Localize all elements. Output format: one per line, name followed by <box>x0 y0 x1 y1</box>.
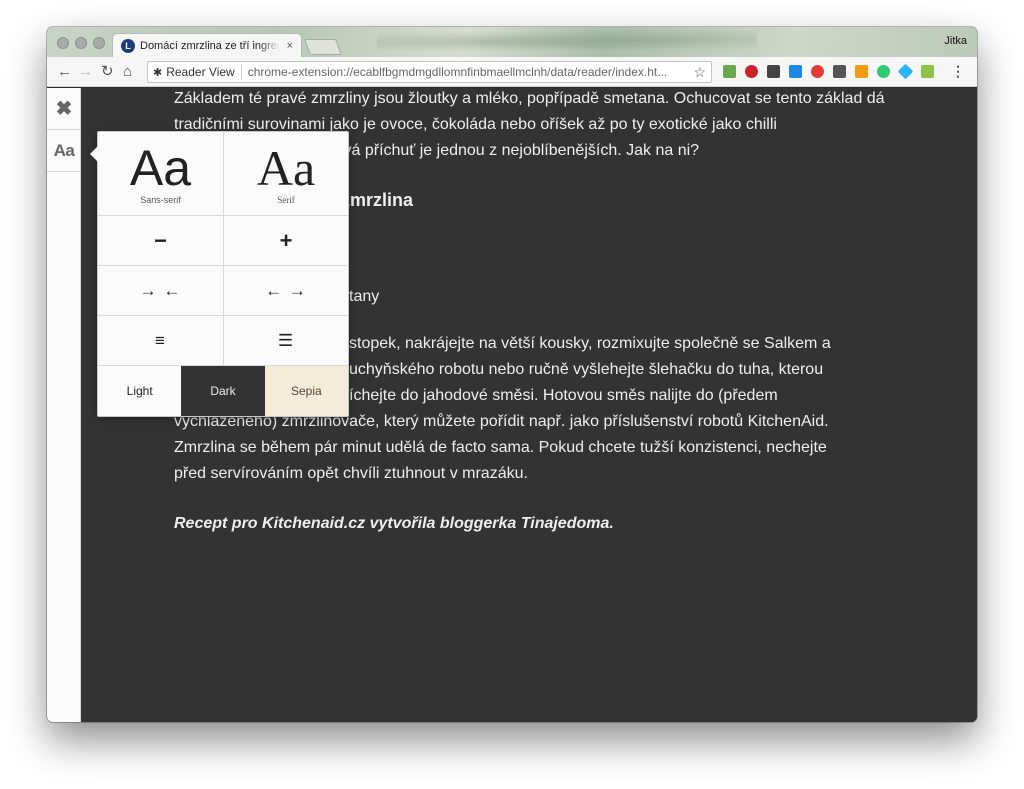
width-row: → ← ← → <box>98 266 348 316</box>
narrow-content-button[interactable]: → ← <box>98 266 223 315</box>
opera-icon[interactable] <box>811 65 824 78</box>
widen-content-button[interactable]: ← → <box>223 266 348 315</box>
serif-option[interactable]: Aa Serif <box>223 132 348 215</box>
article-credit: Recept pro Kitchenaid.cz vytvořila blogg… <box>174 515 614 532</box>
sans-serif-label: Sans-serif <box>140 194 181 205</box>
pocket-icon[interactable] <box>833 65 846 78</box>
minus-icon: − <box>154 227 167 253</box>
increase-font-button[interactable]: + <box>223 216 348 265</box>
font-settings-button[interactable]: Aa <box>47 130 81 172</box>
title-bar: L Domácí zmrzlina ze tří ingrediencí × J… <box>47 27 977 57</box>
font-size-row: − + <box>98 216 348 266</box>
font-family-row: Aa Sans-serif Aa Serif <box>98 132 348 216</box>
article-subheading: zmrzlina <box>341 190 414 210</box>
reload-icon[interactable]: ↻ <box>101 63 114 81</box>
new-tab-button[interactable] <box>304 39 342 55</box>
theme-light-button[interactable]: Light <box>98 366 182 416</box>
diamond-icon[interactable] <box>897 63 914 80</box>
pinterest-icon[interactable] <box>745 65 758 78</box>
narrow-arrows-icon: → ← <box>139 280 182 300</box>
popup-pointer <box>90 146 98 162</box>
font-settings-popup: Aa Sans-serif Aa Serif − + → ← ← → ≡ ☰ L… <box>90 131 349 417</box>
article-paragraph-2-line-3: íchejte do jahodové směsi. Hotovou směs … <box>349 387 778 404</box>
article-paragraph-2-line-1: stopek, nakrájejte na větší kousky, rozm… <box>349 335 831 352</box>
reader-view-chip[interactable]: ✱ Reader View <box>148 64 242 80</box>
browser-tab[interactable]: L Domácí zmrzlina ze tří ingrediencí × <box>112 33 302 57</box>
film-icon[interactable] <box>767 65 780 78</box>
reader-sidebar: ✖ Aa <box>47 88 81 722</box>
mail-icon[interactable] <box>855 65 868 78</box>
serif-sample: Aa <box>256 139 316 196</box>
align-tight-icon: ≡ <box>155 330 166 350</box>
theme-sepia-button[interactable]: Sepia <box>264 366 348 416</box>
article-paragraph-2-line-6: před servírováním opět chvíli ztuhnout v… <box>174 465 528 482</box>
tab-title: Domácí zmrzlina ze tří ingrediencí <box>140 39 280 52</box>
plus-icon: + <box>279 227 293 253</box>
browser-toolbar: ← → ↻ ⌂ ✱ Reader View chrome-extension:/… <box>47 57 977 87</box>
article-paragraph-1-end: ahodová příchuť je jednou z nejoblíbeněj… <box>299 142 700 159</box>
looser-line-height-button[interactable]: ☰ <box>223 316 348 365</box>
sans-serif-sample: Aa <box>129 139 192 196</box>
article-paragraph-2-line-2: uchyňského robotu nebo ručně vyšlehejte … <box>349 361 824 378</box>
minimize-window-button[interactable] <box>75 37 87 49</box>
forward-icon[interactable]: → <box>78 63 93 81</box>
align-loose-icon: ☰ <box>277 330 295 350</box>
url-text[interactable]: chrome-extension://ecablfbgmdmgdllomnfin… <box>242 65 682 79</box>
bookmark-star-icon[interactable]: ☆ <box>693 64 706 81</box>
tighter-line-height-button[interactable]: ≡ <box>98 316 223 365</box>
theme-row: Light Dark Sepia <box>98 366 348 416</box>
home-icon[interactable]: ⌂ <box>123 63 132 81</box>
reader-view-label: Reader View <box>166 65 235 79</box>
notes-icon[interactable] <box>921 65 934 78</box>
sans-serif-option[interactable]: Aa Sans-serif <box>98 132 223 215</box>
browser-menu-icon[interactable]: ⋮ <box>951 63 965 80</box>
speech-bubble-icon[interactable] <box>877 65 890 78</box>
tab-favicon-icon: L <box>121 38 135 53</box>
puzzle-icon: ✱ <box>153 66 163 79</box>
tab-close-icon[interactable]: × <box>287 40 293 52</box>
widen-arrows-icon: ← → <box>265 280 307 300</box>
serif-label: Serif <box>277 194 295 205</box>
close-window-button[interactable] <box>57 37 69 49</box>
article-paragraph-2-line-5: Zmrzlina se během pár minut udělá de fac… <box>174 439 827 456</box>
close-reader-icon[interactable]: ✖ <box>47 88 81 130</box>
theme-dark-button[interactable]: Dark <box>181 366 265 416</box>
address-bar[interactable]: ✱ Reader View chrome-extension://ecablfb… <box>147 61 712 83</box>
evernote-icon[interactable] <box>723 65 736 78</box>
onetab-icon[interactable] <box>789 65 802 78</box>
line-height-row: ≡ ☰ <box>98 316 348 366</box>
decrease-font-button[interactable]: − <box>98 216 223 265</box>
back-icon[interactable]: ← <box>57 63 72 81</box>
ingredient-line: tany <box>349 288 380 305</box>
zoom-window-button[interactable] <box>93 37 105 49</box>
profile-name[interactable]: Jitka <box>944 35 967 47</box>
